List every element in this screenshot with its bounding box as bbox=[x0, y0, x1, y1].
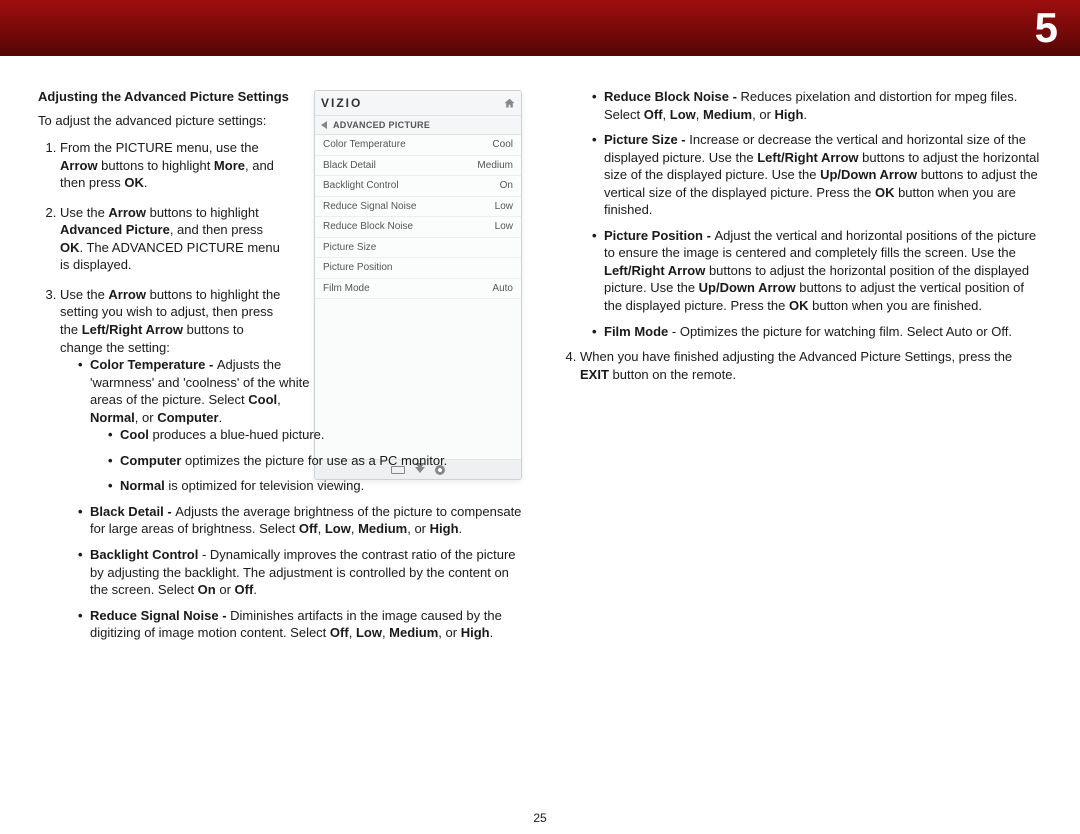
chapter-banner: 5 bbox=[0, 0, 1080, 56]
settings-list-cont: Reduce Block Noise - Reduces pixelation … bbox=[558, 88, 1042, 340]
right-column: Reduce Block Noise - Reduces pixelation … bbox=[558, 88, 1042, 654]
menu-breadcrumb-label: ADVANCED PICTURE bbox=[333, 119, 430, 131]
setting-color-temperature: Color Temperature - Adjusts the 'warmnes… bbox=[78, 356, 522, 495]
ct-computer: Computer optimizes the picture for use a… bbox=[108, 452, 522, 470]
setting-picture-size: Picture Size - Increase or decrease the … bbox=[592, 131, 1042, 219]
menu-breadcrumb: ADVANCED PICTURE bbox=[315, 116, 521, 135]
menu-row: Picture Size bbox=[315, 238, 521, 259]
menu-row: Reduce Signal NoiseLow bbox=[315, 197, 521, 218]
steps-list-cont: When you have finished adjusting the Adv… bbox=[558, 348, 1042, 383]
ct-cool: Cool produces a blue-hued picture. bbox=[108, 426, 522, 444]
color-temp-options: Cool produces a blue-hued picture. Compu… bbox=[90, 426, 522, 495]
page-number: 25 bbox=[0, 810, 1080, 826]
setting-picture-position: Picture Position - Adjust the vertical a… bbox=[592, 227, 1042, 315]
setting-reduce-block-noise: Reduce Block Noise - Reduces pixelation … bbox=[592, 88, 1042, 123]
setting-reduce-signal-noise: Reduce Signal Noise - Diminishes artifac… bbox=[78, 607, 522, 642]
menu-row: Black DetailMedium bbox=[315, 156, 521, 177]
step-4: When you have finished adjusting the Adv… bbox=[580, 348, 1042, 383]
setting-black-detail: Black Detail - Adjusts the average brigh… bbox=[78, 503, 522, 538]
page-body: VIZIO ADVANCED PICTURE Color Temperature… bbox=[0, 56, 1080, 654]
back-icon bbox=[321, 121, 327, 129]
setting-film-mode: Film Mode - Optimizes the picture for wa… bbox=[592, 323, 1042, 341]
settings-list: Color Temperature - Adjusts the 'warmnes… bbox=[60, 356, 522, 642]
menu-row: Color TemperatureCool bbox=[315, 135, 521, 156]
chapter-number: 5 bbox=[1035, 0, 1058, 56]
setting-backlight-control: Backlight Control - Dynamically improves… bbox=[78, 546, 522, 599]
vizio-logo: VIZIO bbox=[321, 95, 362, 111]
left-column: VIZIO ADVANCED PICTURE Color Temperature… bbox=[38, 88, 522, 654]
menu-row: Film ModeAuto bbox=[315, 279, 521, 300]
menu-row: Picture Position bbox=[315, 258, 521, 279]
menu-row: Reduce Block NoiseLow bbox=[315, 217, 521, 238]
ct-normal: Normal is optimized for television viewi… bbox=[108, 477, 522, 495]
menu-row: Backlight ControlOn bbox=[315, 176, 521, 197]
menu-header: VIZIO bbox=[315, 91, 521, 116]
home-icon bbox=[504, 98, 515, 109]
